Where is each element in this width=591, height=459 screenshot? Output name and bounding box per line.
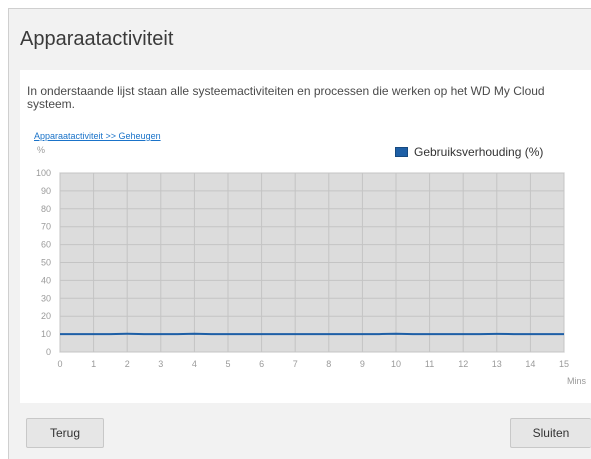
x-tick-label: 10 (391, 359, 401, 369)
y-tick-label: 0 (46, 347, 51, 357)
y-tick-label: 40 (41, 275, 51, 285)
x-tick-label: 15 (559, 359, 569, 369)
y-tick-label: 60 (41, 240, 51, 250)
y-tick-label: 70 (41, 222, 51, 232)
y-tick-label: 30 (41, 293, 51, 303)
x-tick-label: 13 (492, 359, 502, 369)
x-tick-label: 14 (525, 359, 535, 369)
x-tick-label: 4 (192, 359, 197, 369)
back-button[interactable]: Terug (26, 418, 104, 448)
usage-chart: 01020304050607080901000 1 2 3 4 5 6 7 8 9 10 11 12 13… (36, 168, 587, 386)
x-tick-label: 0 (57, 359, 62, 369)
x-tick-label: 11 (425, 359, 434, 369)
x-tick-label: 1 (91, 359, 96, 369)
x-tick-label: 9 (360, 359, 365, 369)
close-button[interactable]: Sluiten (510, 418, 591, 448)
y-tick-label: 90 (41, 186, 51, 196)
x-tick-label: 8 (326, 359, 331, 369)
y-tick-label: 80 (41, 204, 51, 214)
x-tick-label: 5 (225, 359, 230, 369)
x-tick-label: 3 (158, 359, 163, 369)
x-tick-label: 6 (259, 359, 264, 369)
y-tick-label: 50 (41, 258, 51, 268)
x-tick-label: 2 (125, 359, 130, 369)
y-tick-label: 20 (41, 311, 51, 321)
y-tick-label: 100 (36, 168, 51, 178)
x-axis-label: Mins (567, 376, 587, 386)
x-tick-label: 12 (458, 359, 468, 369)
x-tick-label: 7 (293, 359, 298, 369)
y-tick-label: 10 (41, 329, 51, 339)
